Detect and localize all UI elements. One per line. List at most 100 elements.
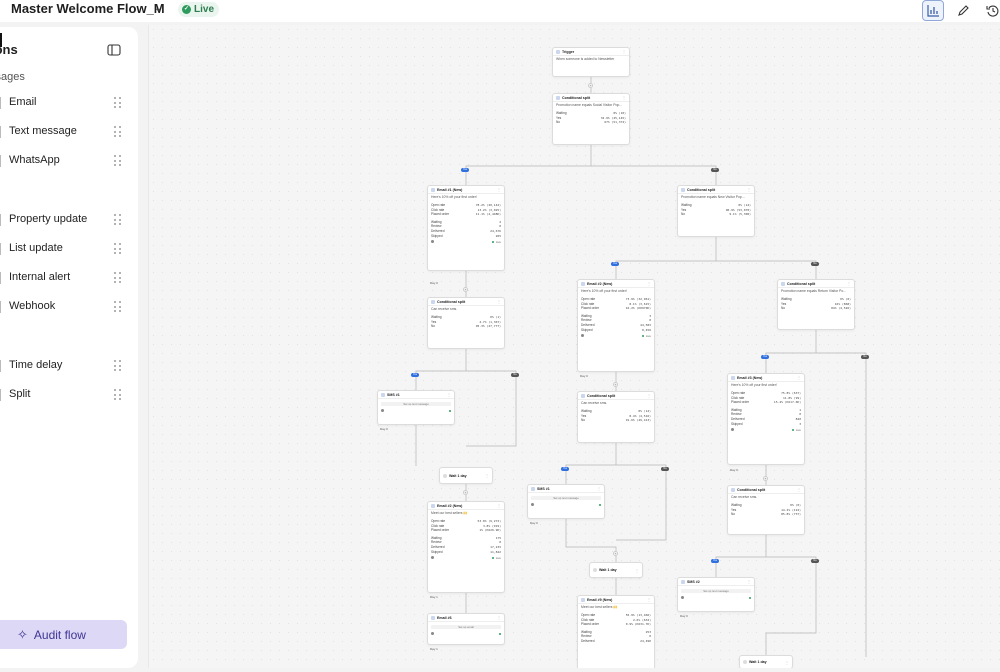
more-icon[interactable]: ⋮ <box>635 568 639 573</box>
drag-handle-icon[interactable] <box>114 301 122 313</box>
email-icon <box>431 187 435 192</box>
time-delay-node[interactable]: Wait 1 day ⋮ <box>589 562 643 578</box>
action-time-delay[interactable]: Time delay <box>0 354 138 378</box>
time-delay-node[interactable]: Wait 1 day ⋮ <box>439 467 493 484</box>
action-text-message[interactable]: Text message <box>0 120 138 144</box>
action-property-update[interactable]: Property update <box>0 208 138 232</box>
action-webhook[interactable]: Webhook <box>0 295 138 319</box>
settings-icon[interactable] <box>431 556 434 560</box>
drag-handle-icon[interactable] <box>114 360 122 372</box>
live-status-badge: ✓ Live <box>178 2 220 17</box>
email-node[interactable]: Email #3 (New) ⋮ Here's 10% off your firs… <box>727 373 805 465</box>
more-icon[interactable]: ⋮ <box>622 49 626 54</box>
node-title: Email #2 (New) <box>437 503 463 508</box>
add-step-button[interactable]: + <box>463 287 468 292</box>
history-icon[interactable] <box>982 0 1000 21</box>
settings-icon[interactable] <box>381 409 384 412</box>
settings-icon[interactable] <box>531 503 534 506</box>
more-icon[interactable]: ⋮ <box>647 281 651 286</box>
trigger-node[interactable]: Trigger ⋮ When someone is added to Newsle… <box>552 47 630 77</box>
more-icon[interactable]: ⋮ <box>497 615 501 620</box>
email-node[interactable]: Email #9 (New) ⋮ Meet our best sellers 🙌 … <box>577 595 655 668</box>
setup-placeholder[interactable]: Set up email <box>431 625 501 629</box>
more-icon[interactable]: ⋮ <box>597 486 601 491</box>
settings-icon[interactable] <box>731 428 734 432</box>
more-icon[interactable]: ⋮ <box>797 375 801 380</box>
email-node[interactable]: Email #2 (New) ⋮ Meet our best sellers 🙌 … <box>427 501 505 593</box>
drag-handle-icon[interactable] <box>114 214 122 226</box>
settings-icon[interactable] <box>581 334 584 338</box>
more-icon[interactable]: ⋮ <box>485 473 489 478</box>
sidebar-toggle-icon[interactable] <box>107 43 121 61</box>
node-title: Trigger <box>562 49 575 54</box>
split-icon <box>681 187 685 192</box>
drag-handle-icon[interactable] <box>114 126 122 138</box>
conditional-split-node[interactable]: Conditional split ⋮ Can receive sms. Wait… <box>727 485 805 535</box>
action-internal-alert[interactable]: Internal alert <box>0 266 138 290</box>
live-label: Live <box>495 555 501 560</box>
conditional-split-node[interactable]: Conditional split ⋮ Can receive sms. Wait… <box>577 391 655 443</box>
more-icon[interactable]: ⋮ <box>847 281 851 286</box>
more-icon[interactable]: ⋮ <box>497 503 501 508</box>
drag-handle-icon[interactable] <box>114 243 122 255</box>
action-split[interactable]: Split <box>0 383 138 407</box>
drag-handle-icon[interactable] <box>114 272 122 284</box>
stat-label: Delivered <box>581 638 595 643</box>
drag-handle-icon[interactable] <box>114 389 122 401</box>
action-label: Text message <box>9 125 77 137</box>
flow-title[interactable]: Master Welcome Flow_M <box>11 1 165 16</box>
email-node[interactable]: Email #6 ⋮ Set up email <box>427 613 505 645</box>
action-whatsapp[interactable]: WhatsApp <box>0 149 138 173</box>
action-email[interactable]: Email <box>0 91 138 115</box>
conditional-split-node[interactable]: Conditional split ⋮ Promotion name equals… <box>677 185 755 237</box>
sms-node[interactable]: SMS #2 ⋮ Set up text message <box>677 577 755 612</box>
add-step-button[interactable]: + <box>463 490 468 495</box>
sms-node[interactable]: SMS #1 ⋮ Set up text message <box>377 390 455 425</box>
analytics-icon[interactable] <box>922 0 944 21</box>
more-icon[interactable]: ⋮ <box>622 95 626 100</box>
day-label: Day 0 <box>530 521 538 525</box>
more-icon[interactable]: ⋮ <box>647 597 651 602</box>
conditional-split-node[interactable]: Conditional split ⋮ Promotion name equals… <box>552 93 630 145</box>
email-node[interactable]: Email #1 (New) ⋮ Here's 10% off your firs… <box>427 185 505 271</box>
drag-handle-icon[interactable] <box>114 155 122 167</box>
more-icon[interactable]: ⋮ <box>785 660 789 665</box>
add-step-button[interactable]: + <box>613 382 618 387</box>
more-icon[interactable]: ⋮ <box>797 487 801 492</box>
more-icon[interactable]: ⋮ <box>497 187 501 192</box>
setup-placeholder[interactable]: Set up text message <box>681 589 751 593</box>
live-dot-icon <box>749 596 751 599</box>
action-list-update[interactable]: List update <box>0 237 138 261</box>
sms-node[interactable]: SMS #1 ⋮ Set up text message <box>527 484 605 519</box>
more-icon[interactable]: ⋮ <box>747 579 751 584</box>
action-label: Email <box>9 96 37 108</box>
action-label: Property update <box>9 213 88 225</box>
settings-icon[interactable] <box>431 632 434 635</box>
more-icon[interactable]: ⋮ <box>747 187 751 192</box>
live-label: Live <box>645 333 651 338</box>
node-title: Conditional split <box>587 393 616 398</box>
stat-label: No <box>731 512 736 517</box>
trigger-icon <box>556 49 560 54</box>
add-step-button[interactable]: + <box>613 551 618 556</box>
flow-canvas[interactable]: Yes No Yes No Yes No Yes No Yes No Yes N… <box>148 25 1000 668</box>
yes-branch-label: Yes <box>761 355 769 359</box>
setup-placeholder[interactable]: Set up text message <box>381 402 451 406</box>
pencil-icon[interactable] <box>952 0 974 21</box>
drag-handle-icon[interactable] <box>114 97 122 109</box>
audit-flow-button[interactable]: ✧ Audit flow <box>0 620 127 649</box>
settings-icon[interactable] <box>681 596 684 599</box>
add-step-button[interactable]: + <box>763 476 768 481</box>
stat-value: 85.8% (737) <box>781 512 801 517</box>
more-icon[interactable]: ⋮ <box>497 299 501 304</box>
setup-placeholder[interactable]: Set up text message <box>531 496 601 500</box>
conditional-split-node[interactable]: Conditional split ⋮ Promotion name equals… <box>777 279 855 330</box>
more-icon[interactable]: ⋮ <box>447 392 451 397</box>
chevron-down-icon[interactable]: ⌄ <box>154 3 162 14</box>
add-step-button[interactable]: + <box>588 83 593 88</box>
email-node[interactable]: Email #2 (New) ⋮ Here's 10% off your firs… <box>577 279 655 372</box>
settings-icon[interactable] <box>431 240 434 244</box>
more-icon[interactable]: ⋮ <box>647 393 651 398</box>
conditional-split-node[interactable]: Conditional split ⋮ Can receive sms. Wait… <box>427 297 505 349</box>
time-delay-node[interactable]: Wait 1 day ⋮ <box>739 655 793 668</box>
